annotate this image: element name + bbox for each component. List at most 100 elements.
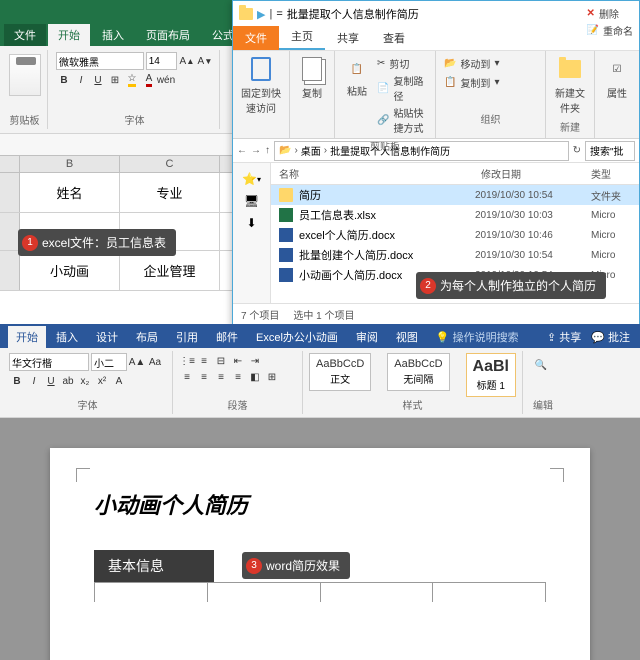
shading-icon[interactable]: ◧: [247, 369, 263, 385]
explorer-tab-share[interactable]: 共享: [325, 26, 371, 50]
fwd-button[interactable]: →: [251, 145, 261, 156]
excel-tab-insert[interactable]: 插入: [92, 24, 134, 46]
excel-tab-home[interactable]: 开始: [48, 24, 90, 46]
word-tab-layout[interactable]: 布局: [128, 326, 166, 348]
pasteshort-button[interactable]: 🔗 粘贴快捷方式: [377, 104, 427, 136]
font-name-select[interactable]: 微软雅黑: [56, 52, 144, 70]
word-tab-ref[interactable]: 引用: [168, 326, 206, 348]
word-sub[interactable]: x₂: [77, 373, 93, 389]
word-tab-insert[interactable]: 插入: [48, 326, 86, 348]
justify-icon[interactable]: ≡: [230, 369, 246, 385]
cut-button[interactable]: ✂ 剪切: [377, 55, 427, 72]
row-header[interactable]: [0, 213, 20, 250]
underline-button[interactable]: U: [90, 72, 106, 88]
style-nospacing[interactable]: AaBbCcD无间隔: [387, 353, 449, 391]
list-item[interactable]: 员工信息表.xlsx2019/10/30 10:03Micro: [271, 205, 639, 225]
col-date[interactable]: 修改日期: [481, 166, 591, 181]
align-center-icon[interactable]: ≡: [196, 369, 212, 385]
list-item[interactable]: 批量创建个人简历.docx2019/10/30 10:54Micro: [271, 245, 639, 265]
paste-icon[interactable]: 📋: [343, 55, 371, 83]
indent-inc-icon[interactable]: ⇥: [247, 353, 263, 369]
word-tab-custom[interactable]: Excel办公小动画: [248, 326, 346, 348]
search-box[interactable]: 搜索"批: [585, 141, 635, 161]
select-all-cell[interactable]: [0, 156, 20, 172]
col-name[interactable]: 名称: [279, 166, 481, 181]
word-bold[interactable]: B: [9, 373, 25, 389]
newfolder-icon[interactable]: [559, 60, 581, 78]
word-dec-font[interactable]: Aa: [147, 354, 163, 370]
font-size-select[interactable]: 14: [146, 52, 177, 70]
copypath-button[interactable]: 📄 复制路径: [377, 72, 427, 104]
align-left-icon[interactable]: ≡: [179, 369, 195, 385]
list-item[interactable]: 简历2019/10/30 10:54文件夹: [271, 185, 639, 205]
word-tab-home[interactable]: 开始: [8, 326, 46, 348]
decrease-font-icon[interactable]: A▼: [197, 53, 213, 69]
word-inc-font[interactable]: A▲: [129, 354, 145, 370]
word-italic[interactable]: I: [26, 373, 42, 389]
word-font-select[interactable]: 华文行楷: [9, 353, 89, 371]
excel-font-group: 微软雅黑 14 A▲ A▼ B I U ⊞ ☆ A wén 字体: [50, 50, 220, 129]
up-button[interactable]: ↑: [265, 145, 270, 156]
border-icon[interactable]: ⊞: [264, 369, 280, 385]
style-normal[interactable]: AaBbCcD正文: [309, 353, 371, 391]
back-button[interactable]: ←: [237, 145, 247, 156]
pin-icon[interactable]: [251, 57, 271, 81]
col-a[interactable]: B: [20, 156, 120, 172]
word-para-label: 段落: [179, 397, 296, 412]
italic-button[interactable]: I: [73, 72, 89, 88]
explorer-tab-file[interactable]: 文件: [233, 26, 279, 50]
border-button[interactable]: ⊞: [107, 72, 123, 88]
bullets-icon[interactable]: ⋮≡: [179, 353, 195, 369]
cell[interactable]: 小动画: [20, 251, 120, 290]
downloads-icon[interactable]: ⬇: [238, 213, 266, 233]
cell[interactable]: 企业管理: [120, 251, 220, 290]
word-tab-review[interactable]: 审阅: [348, 326, 386, 348]
word-tab-mail[interactable]: 邮件: [208, 326, 246, 348]
cell[interactable]: 专业: [120, 173, 220, 212]
increase-font-icon[interactable]: A▲: [179, 53, 195, 69]
style-heading1[interactable]: AaBl标题 1: [466, 353, 516, 397]
comment-button[interactable]: 💬 批注: [591, 329, 630, 345]
delete-button[interactable]: ✕ 删除: [587, 5, 633, 22]
explorer-tab-view[interactable]: 查看: [371, 26, 417, 50]
multilevel-icon[interactable]: ⊟: [213, 353, 229, 369]
align-right-icon[interactable]: ≡: [213, 369, 229, 385]
word-underline[interactable]: U: [43, 373, 59, 389]
word-styles-group: AaBbCcD正文 AaBbCcD无间隔 AaBl标题 1 样式: [303, 351, 523, 414]
word-fontsize-select[interactable]: 小二: [91, 353, 127, 371]
file-date: 2019/10/30 10:03: [475, 210, 585, 221]
col-type[interactable]: 类型: [591, 166, 631, 181]
word-tab-view[interactable]: 视图: [388, 326, 426, 348]
excel-tab-layout[interactable]: 页面布局: [136, 24, 200, 46]
cell[interactable]: 姓名: [20, 173, 120, 212]
font-color-button[interactable]: A: [141, 72, 157, 88]
phonetic-button[interactable]: wén: [158, 72, 174, 88]
props-icon[interactable]: ☑: [603, 55, 631, 83]
word-sup[interactable]: x²: [94, 373, 110, 389]
desktop-icon[interactable]: 🖥: [238, 191, 266, 211]
word-texteffect[interactable]: A: [111, 373, 127, 389]
col-b[interactable]: C: [120, 156, 220, 172]
share-button[interactable]: ⇪ 共享: [547, 329, 581, 345]
fill-color-button[interactable]: ☆: [124, 72, 140, 88]
list-item[interactable]: excel个人简历.docx2019/10/30 10:46Micro: [271, 225, 639, 245]
path-box[interactable]: 📂› 桌面› 批量提取个人信息制作简历: [274, 141, 569, 161]
word-tell-me[interactable]: 💡 操作说明搜索: [428, 326, 527, 348]
row-header[interactable]: [0, 173, 20, 212]
paste-icon[interactable]: [9, 54, 41, 96]
indent-dec-icon[interactable]: ⇤: [230, 353, 246, 369]
word-strike[interactable]: ab: [60, 373, 76, 389]
file-date: 2019/10/30 10:46: [475, 230, 585, 241]
rename-button[interactable]: 📝 重命名: [587, 22, 633, 39]
row-header[interactable]: [0, 251, 20, 290]
copy-icon[interactable]: [302, 57, 322, 81]
numbering-icon[interactable]: ≡: [196, 353, 212, 369]
copyto-button[interactable]: 📋 复制到 ▾: [444, 74, 499, 91]
word-tab-design[interactable]: 设计: [88, 326, 126, 348]
bold-button[interactable]: B: [56, 72, 72, 88]
moveto-button[interactable]: 📂 移动到 ▾: [444, 55, 499, 72]
excel-tab-file[interactable]: 文件: [4, 24, 46, 46]
quickaccess-icon[interactable]: ⭐▾: [238, 169, 266, 189]
explorer-tab-home[interactable]: 主页: [279, 24, 325, 50]
find-icon[interactable]: 🔍: [529, 353, 553, 377]
